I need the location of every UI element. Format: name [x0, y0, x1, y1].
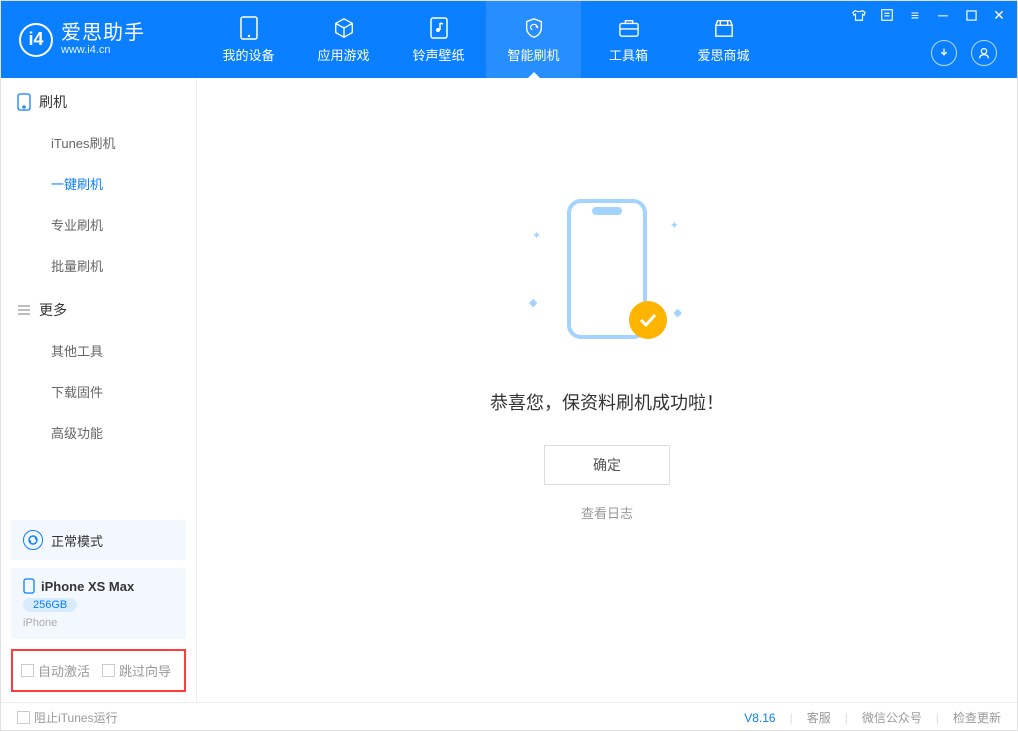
sync-icon [23, 530, 43, 550]
tab-label: 爱思商城 [697, 45, 749, 64]
music-file-icon [426, 15, 452, 41]
maximize-button[interactable] [963, 7, 979, 23]
footer-wechat[interactable]: 微信公众号 [862, 709, 922, 726]
sparkle-icon: ◆ [529, 296, 537, 309]
footer-support[interactable]: 客服 [807, 709, 831, 726]
group-title: 刷机 [39, 92, 67, 112]
flash-options: 自动激活 跳过向导 [11, 649, 186, 692]
shirt-icon[interactable] [851, 7, 867, 23]
close-button[interactable]: ✕ [991, 7, 1007, 23]
menu-icon[interactable]: ≡ [907, 7, 923, 23]
tab-store[interactable]: 爱思商城 [676, 1, 771, 78]
checkbox-icon [17, 711, 30, 724]
device-info[interactable]: iPhone XS Max 256GB iPhone [11, 568, 186, 639]
phone-icon [17, 93, 31, 111]
tab-label: 工具箱 [609, 45, 648, 64]
tab-toolbox[interactable]: 工具箱 [581, 1, 676, 78]
header-actions [931, 40, 997, 66]
user-icon[interactable] [971, 40, 997, 66]
tab-flash[interactable]: 智能刷机 [486, 1, 581, 78]
sidebar-item-advanced[interactable]: 高级功能 [1, 412, 196, 453]
shield-sync-icon [521, 15, 547, 41]
sparkle-icon: ◆ [674, 306, 682, 319]
logo-icon: i4 [19, 23, 53, 57]
tab-label: 智能刷机 [507, 45, 559, 64]
sidebar-group-more: 更多 [1, 286, 196, 330]
device-name: iPhone XS Max [41, 579, 134, 594]
view-log-link[interactable]: 查看日志 [581, 503, 633, 522]
list-icon [17, 304, 31, 316]
footer-update[interactable]: 检查更新 [953, 709, 1001, 726]
success-illustration: ✦ ✦ ◆ ◆ [527, 199, 687, 359]
app-title: 爱思助手 [61, 22, 145, 44]
store-icon [711, 15, 737, 41]
tab-my-device[interactable]: 我的设备 [201, 1, 296, 78]
ok-button[interactable]: 确定 [544, 445, 670, 485]
window-controls: ≡ ─ ✕ [851, 7, 1007, 23]
success-message: 恭喜您，保资料刷机成功啦！ [490, 389, 724, 415]
sidebar-item-batch-flash[interactable]: 批量刷机 [1, 245, 196, 286]
main-tabs: 我的设备 应用游戏 铃声壁纸 智能刷机 工具箱 爱思商城 [201, 1, 771, 78]
tab-apps[interactable]: 应用游戏 [296, 1, 391, 78]
device-small-icon [23, 578, 35, 594]
device-icon [236, 15, 262, 41]
sidebar-item-other-tools[interactable]: 其他工具 [1, 330, 196, 371]
sidebar-group-flash: 刷机 [1, 78, 196, 122]
device-storage: 256GB [23, 598, 77, 612]
checkmark-badge-icon [629, 301, 667, 339]
cube-icon [331, 15, 357, 41]
tab-label: 铃声壁纸 [412, 45, 464, 64]
tab-label: 应用游戏 [317, 45, 369, 64]
app-subtitle: www.i4.cn [61, 44, 145, 56]
toolbox-icon [616, 15, 642, 41]
group-title: 更多 [39, 300, 67, 320]
logo: i4 爱思助手 www.i4.cn [1, 22, 201, 56]
note-icon[interactable] [879, 7, 895, 23]
app-header: i4 爱思助手 www.i4.cn 我的设备 应用游戏 铃声壁纸 智能刷机 工具… [1, 1, 1017, 78]
checkbox-auto-activate[interactable]: 自动激活 [21, 661, 90, 680]
device-model: iPhone [23, 617, 174, 629]
sparkle-icon: ✦ [670, 219, 679, 232]
sidebar-item-itunes-flash[interactable]: iTunes刷机 [1, 122, 196, 163]
sparkle-icon: ✦ [532, 229, 541, 242]
checkbox-skip-guide[interactable]: 跳过向导 [102, 661, 171, 680]
download-icon[interactable] [931, 40, 957, 66]
sidebar-item-pro-flash[interactable]: 专业刷机 [1, 204, 196, 245]
checkbox-block-itunes[interactable]: 阻止iTunes运行 [17, 709, 118, 726]
checkbox-label: 自动激活 [38, 661, 90, 680]
footer: 阻止iTunes运行 V8.16 | 客服 | 微信公众号 | 检查更新 [1, 702, 1017, 732]
checkbox-icon [21, 664, 34, 677]
tab-label: 我的设备 [222, 45, 274, 64]
device-mode[interactable]: 正常模式 [11, 520, 186, 560]
device-mode-label: 正常模式 [51, 531, 103, 550]
sidebar: 刷机 iTunes刷机 一键刷机 专业刷机 批量刷机 更多 其他工具 下载固件 … [1, 78, 197, 702]
sidebar-item-oneclick-flash[interactable]: 一键刷机 [1, 163, 196, 204]
version-label: V8.16 [744, 711, 775, 725]
checkbox-label: 阻止iTunes运行 [34, 709, 118, 726]
minimize-button[interactable]: ─ [935, 7, 951, 23]
tab-ringtones[interactable]: 铃声壁纸 [391, 1, 486, 78]
checkbox-label: 跳过向导 [119, 661, 171, 680]
sidebar-item-download-firmware[interactable]: 下载固件 [1, 371, 196, 412]
checkbox-icon [102, 664, 115, 677]
main-content: ✦ ✦ ◆ ◆ 恭喜您，保资料刷机成功啦！ 确定 查看日志 [197, 78, 1017, 702]
